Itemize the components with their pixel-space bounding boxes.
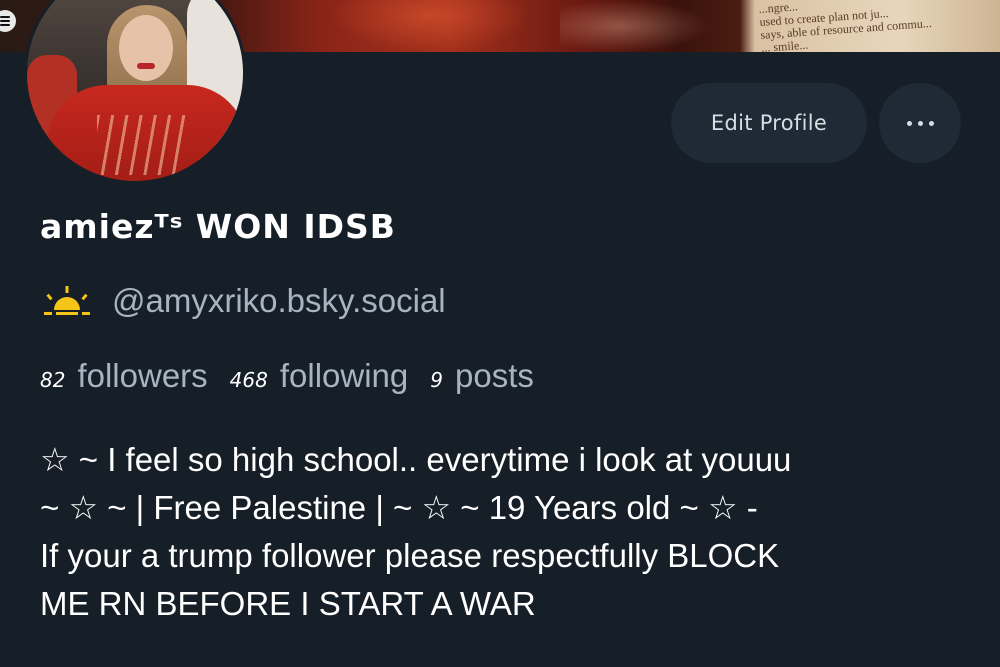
avatar[interactable] <box>24 0 246 184</box>
spotify-icon <box>0 10 16 32</box>
bio-line: ME RN BEFORE I START A WAR <box>40 585 536 622</box>
banner-art-highlight <box>560 0 710 52</box>
avatar-sweater-pattern <box>97 115 187 175</box>
followers-link[interactable]: followers <box>77 357 207 395</box>
avatar-face <box>119 15 173 81</box>
avatar-image <box>27 0 243 181</box>
banner-art <box>330 0 530 52</box>
handle-row: @amyxriko.bsky.social <box>40 281 446 321</box>
bio-line: ~ ☆ ~ | Free Palestine | ~ ☆ ~ 19 Years … <box>40 489 758 526</box>
profile-bio: ☆ ~ I feel so high school.. everytime i … <box>40 436 970 628</box>
ellipsis-icon <box>906 120 912 126</box>
sun-icon <box>44 286 90 315</box>
display-name: amiezᵀˢ WON IDSB <box>40 207 396 246</box>
avatar-lips <box>137 63 155 69</box>
ellipsis-icon <box>917 120 923 126</box>
more-options-button[interactable] <box>879 83 961 163</box>
profile-stats: 82 followers 468 following 9 posts <box>40 357 556 395</box>
followers-count[interactable]: 82 <box>40 368 65 392</box>
following-count[interactable]: 468 <box>230 368 268 392</box>
banner-paper-text: ...ngre... used to create plan not ju...… <box>758 0 1000 52</box>
posts-count: 9 <box>430 368 444 392</box>
following-link[interactable]: following <box>280 357 408 395</box>
ellipsis-icon <box>928 120 934 126</box>
handle[interactable]: @amyxriko.bsky.social <box>112 282 446 320</box>
edit-profile-button[interactable]: Edit Profile <box>671 83 867 163</box>
bio-line: ☆ ~ I feel so high school.. everytime i … <box>40 441 792 478</box>
bio-line: If your a trump follower please respectf… <box>40 537 780 574</box>
posts-label: posts <box>455 357 534 394</box>
